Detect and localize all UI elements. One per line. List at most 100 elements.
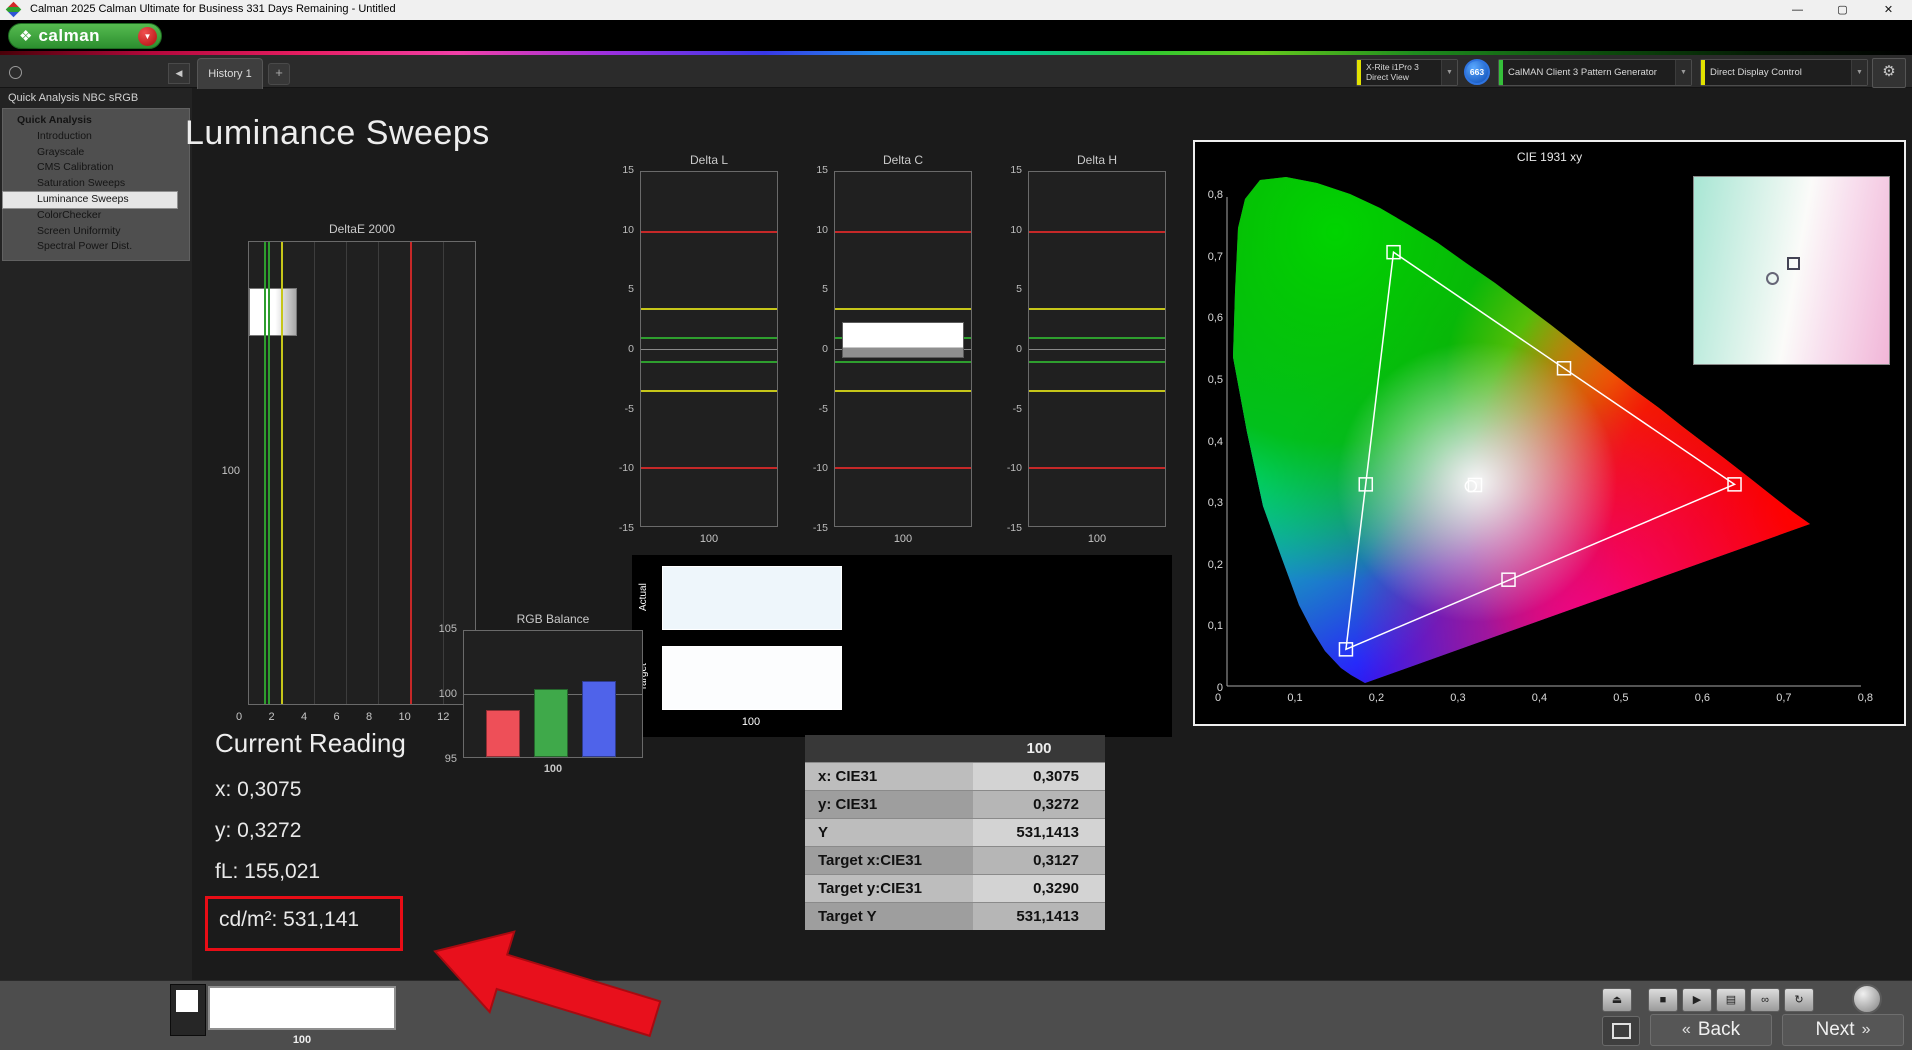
reference-line [264,242,266,704]
refresh-button[interactable]: ↻ [1784,988,1814,1012]
tick-label: 0,5 [1613,692,1628,704]
green-bar [534,689,568,757]
delta-h-x-label: 100 [1028,533,1166,545]
tick-label: 15 [1010,164,1022,176]
stop-button[interactable]: ■ [1648,988,1678,1012]
measured-point-icon [1766,272,1779,285]
table-row-label: Y [805,819,973,846]
tick-label: -10 [619,462,634,474]
deltae-y-label: 100 [210,465,240,477]
calman-dropdown-icon[interactable]: ▼ [138,27,157,46]
sidebar-item-quick-analysis[interactable]: Quick Analysis [3,113,189,129]
maximize-button[interactable]: ▢ [1820,0,1865,20]
eject-button[interactable]: ⏏ [1602,988,1632,1012]
gridline [378,242,379,704]
calman-diamond-icon: ❖ [19,27,32,45]
meter-count-badge[interactable]: 663 [1464,59,1490,85]
results-table: 100 x: CIE310,3075y: CIE310,3272Y531,141… [805,735,1105,930]
delta-c-ticks: 151050-5-10-15 [798,164,828,534]
pattern-source-dropdown[interactable]: CalMAN Client 3 Pattern Generator ▼ [1498,59,1692,86]
current-reading-title: Current Reading [215,728,406,759]
target-swatch [662,646,842,710]
annotation-arrow [420,925,670,1045]
tick-label: -5 [819,403,828,415]
tick-label: 0,3 [1208,497,1223,509]
tick-label: 5 [822,283,828,295]
sidebar-item-grayscale[interactable]: Grayscale [3,145,189,161]
logo-bar [0,20,1912,51]
tick-label: 0,7 [1208,251,1223,263]
tick-label: 5 [1016,283,1022,295]
pattern-window-button[interactable] [1602,1016,1640,1046]
next-button[interactable]: Next » [1782,1014,1904,1046]
play-button[interactable]: ▶ [1682,988,1712,1012]
meter-dropdown[interactable]: X-Rite i1Pro 3 Direct View ▼ [1356,59,1458,86]
tick-label: 0 [628,343,634,355]
reference-line [268,242,270,704]
chevron-down-icon[interactable]: ▼ [1675,60,1691,85]
tick-label: 15 [622,164,634,176]
delta-l-plot [640,171,778,527]
page-title: Luminance Sweeps [185,114,490,153]
reading-y: y: 0,3272 [215,819,301,843]
sidebar-item-saturation-sweeps[interactable]: Saturation Sweeps [3,176,189,192]
pattern-preview-swatch [176,990,198,1012]
reference-line [641,467,777,469]
calman-menu-button[interactable]: ❖ calman ▼ [8,23,162,49]
tick-label: 0 [822,343,828,355]
cie-chart: CIE 1931 xy 0,80,70,60,50,40,30,20,10 00… [1193,140,1906,726]
reference-line [835,231,971,233]
sidebar-indicator-icon[interactable] [9,66,22,79]
tick-label: 0,3 [1450,692,1465,704]
chevron-down-icon[interactable]: ▼ [1851,60,1867,85]
reference-line [835,308,971,310]
continuous-read-button[interactable]: ∞ [1750,988,1780,1012]
gear-icon[interactable]: ⚙ [1872,58,1906,88]
table-row: Y531,1413 [805,818,1105,846]
table-row-value: 0,3075 [973,763,1105,790]
back-button[interactable]: « Back [1650,1014,1772,1046]
tick-label: 0,5 [1208,374,1223,386]
tick-label: -10 [1007,462,1022,474]
chevron-right-icon: » [1862,1021,1871,1039]
table-row-value: 531,1413 [973,819,1105,846]
minimize-button[interactable]: — [1775,0,1820,20]
tick-label: 0 [1215,692,1221,704]
tick-label: 0,2 [1208,559,1223,571]
deltae-bar [249,288,297,336]
tick-label: 0,8 [1858,692,1873,704]
tick-label: 0 [236,711,242,723]
sidebar-collapse-button[interactable]: ◀ [168,63,190,84]
tab-history-1[interactable]: History 1 [197,58,263,89]
delta-h-title: Delta H [1026,153,1168,167]
sidebar-item-spectral-power-dist-[interactable]: Spectral Power Dist. [3,239,189,255]
tick-label: -15 [1007,522,1022,534]
tick-label: 8 [366,711,372,723]
chevron-down-icon[interactable]: ▼ [1441,60,1457,85]
display-control-dropdown[interactable]: Direct Display Control ▼ [1700,59,1868,86]
close-button[interactable]: ✕ [1865,0,1912,20]
red-bar [486,710,520,757]
sidebar-item-introduction[interactable]: Introduction [3,129,189,145]
add-tab-button[interactable]: + [268,63,290,85]
window-title: Calman 2025 Calman Ultimate for Business… [30,3,396,15]
tick-label: -5 [1013,403,1022,415]
delta-c-title: Delta C [832,153,974,167]
reference-line [641,349,777,350]
sidebar-item-colorchecker[interactable]: ColorChecker [3,208,189,224]
tick-label: 95 [445,753,457,765]
table-row-label: Target y:CIE31 [805,875,973,902]
tick-label: -15 [619,522,634,534]
sidebar-item-screen-uniformity[interactable]: Screen Uniformity [3,224,189,240]
window-icon [1612,1023,1631,1039]
delta-c-plot [834,171,972,527]
tick-label: 10 [622,224,634,236]
back-button-label: Back [1698,1019,1740,1041]
save-button[interactable]: ▤ [1716,988,1746,1012]
sidebar-item-luminance-sweeps[interactable]: Luminance Sweeps [3,192,177,208]
title-bar: Calman 2025 Calman Ultimate for Business… [0,0,1912,20]
sidebar-item-cms-calibration[interactable]: CMS Calibration [3,160,189,176]
tick-label: 10 [1010,224,1022,236]
delta-l-ticks: 151050-5-10-15 [604,164,634,534]
gridline [346,242,347,704]
